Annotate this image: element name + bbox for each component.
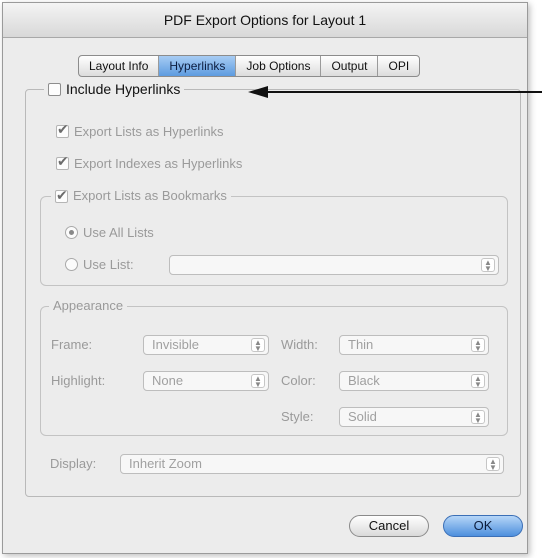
tab-output[interactable]: Output — [321, 56, 379, 76]
annotation-arrow-icon — [248, 86, 268, 98]
use-all-lists-row[interactable]: Use All Lists — [65, 225, 154, 240]
use-all-lists-label: Use All Lists — [83, 225, 154, 240]
export-bookmarks-checkbox[interactable] — [55, 186, 68, 204]
frame-label: Frame: — [51, 337, 93, 352]
chevron-updown-icon: ▲ ▼ — [481, 258, 495, 273]
export-lists-hyperlinks-label: Export Lists as Hyperlinks — [74, 124, 224, 139]
color-select[interactable]: Black ▲ ▼ — [339, 371, 489, 391]
style-label: Style: — [281, 409, 314, 424]
use-all-lists-radio[interactable] — [65, 226, 78, 239]
include-hyperlinks-checkbox[interactable] — [48, 82, 61, 96]
export-bookmarks-label: Export Lists as Bookmarks — [73, 188, 227, 203]
chevron-updown-icon: ▲ ▼ — [251, 338, 265, 353]
width-label: Width: — [281, 337, 318, 352]
chevron-updown-icon: ▲ ▼ — [471, 338, 485, 353]
frame-select[interactable]: Invisible ▲ ▼ — [143, 335, 269, 355]
annotation-arrow-line — [266, 91, 542, 93]
export-lists-hyperlinks-row[interactable]: Export Lists as Hyperlinks — [56, 121, 224, 139]
tab-opi[interactable]: OPI — [378, 56, 419, 76]
display-value: Inherit Zoom — [129, 456, 202, 471]
include-hyperlinks-label: Include Hyperlinks — [66, 81, 181, 97]
use-list-select[interactable]: ▲ ▼ — [169, 255, 499, 275]
export-bookmarks-row[interactable]: Export Lists as Bookmarks — [51, 186, 231, 205]
use-list-radio[interactable] — [65, 258, 78, 271]
frame-value: Invisible — [152, 337, 199, 352]
chevron-updown-icon: ▲ ▼ — [471, 410, 485, 425]
highlight-value: None — [152, 373, 184, 388]
export-indexes-hyperlinks-label: Export Indexes as Hyperlinks — [74, 156, 243, 171]
tab-layout-info[interactable]: Layout Info — [79, 56, 160, 76]
style-value: Solid — [348, 409, 377, 424]
chevron-updown-icon: ▲ ▼ — [251, 374, 265, 389]
dialog-title: PDF Export Options for Layout 1 — [3, 3, 527, 38]
color-value: Black — [348, 373, 380, 388]
chevron-updown-icon: ▲ ▼ — [471, 374, 485, 389]
export-indexes-hyperlinks-checkbox[interactable] — [56, 153, 69, 170]
tab-hyperlinks[interactable]: Hyperlinks — [159, 56, 237, 76]
cancel-button[interactable]: Cancel — [349, 515, 429, 537]
tab-job-options[interactable]: Job Options — [236, 56, 322, 76]
appearance-legend: Appearance — [49, 297, 128, 315]
display-label: Display: — [50, 456, 97, 471]
display-select[interactable]: Inherit Zoom ▲ ▼ — [120, 454, 504, 474]
color-label: Color: — [281, 373, 316, 388]
export-lists-hyperlinks-checkbox[interactable] — [56, 121, 69, 138]
include-hyperlinks-row[interactable]: Include Hyperlinks — [44, 80, 185, 98]
chevron-updown-icon: ▲ ▼ — [486, 457, 500, 472]
width-value: Thin — [348, 337, 374, 352]
export-indexes-hyperlinks-row[interactable]: Export Indexes as Hyperlinks — [56, 153, 243, 171]
style-select[interactable]: Solid ▲ ▼ — [339, 407, 489, 427]
highlight-label: Highlight: — [51, 373, 106, 388]
use-list-label: Use List: — [83, 257, 134, 272]
bookmarks-group: Export Lists as Bookmarks Use All Lists … — [40, 186, 508, 286]
highlight-select[interactable]: None ▲ ▼ — [143, 371, 269, 391]
hyperlinks-panel: Include Hyperlinks Export Lists as Hyper… — [25, 80, 521, 497]
tab-bar: Layout Info Hyperlinks Job Options Outpu… — [78, 55, 421, 77]
width-select[interactable]: Thin ▲ ▼ — [339, 335, 489, 355]
appearance-group: Appearance Frame: Invisible ▲ ▼ Width: Th… — [40, 297, 508, 436]
use-list-row[interactable]: Use List: — [65, 257, 134, 272]
ok-button[interactable]: OK — [443, 515, 523, 537]
pdf-export-dialog: PDF Export Options for Layout 1 Layout I… — [2, 2, 528, 554]
